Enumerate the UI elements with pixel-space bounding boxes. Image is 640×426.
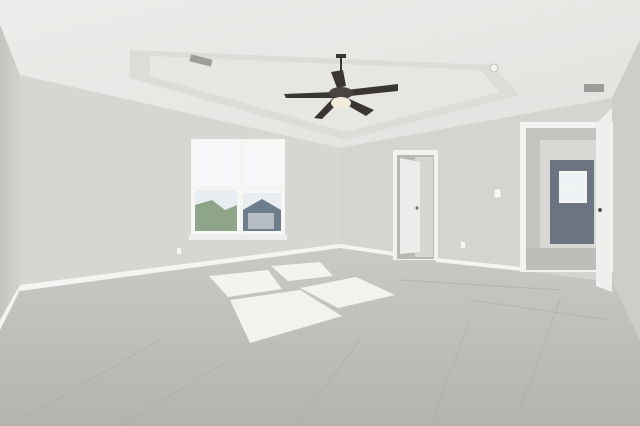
closet-door-knob (415, 206, 419, 210)
hallway-door-knob (598, 208, 602, 212)
room-scene (0, 0, 640, 426)
left-wall (0, 25, 20, 325)
double-hung-window (189, 139, 287, 240)
hallway-door (596, 108, 612, 292)
light-switch (493, 188, 502, 199)
fan-light (331, 97, 351, 109)
outlet-left (177, 248, 181, 254)
hallway-doorway (520, 108, 613, 292)
closet-doorway (393, 150, 438, 260)
closet-door (400, 158, 420, 254)
outlet-right (461, 242, 465, 248)
ceiling-vent-right (584, 84, 604, 92)
smoke-detector (489, 63, 499, 73)
